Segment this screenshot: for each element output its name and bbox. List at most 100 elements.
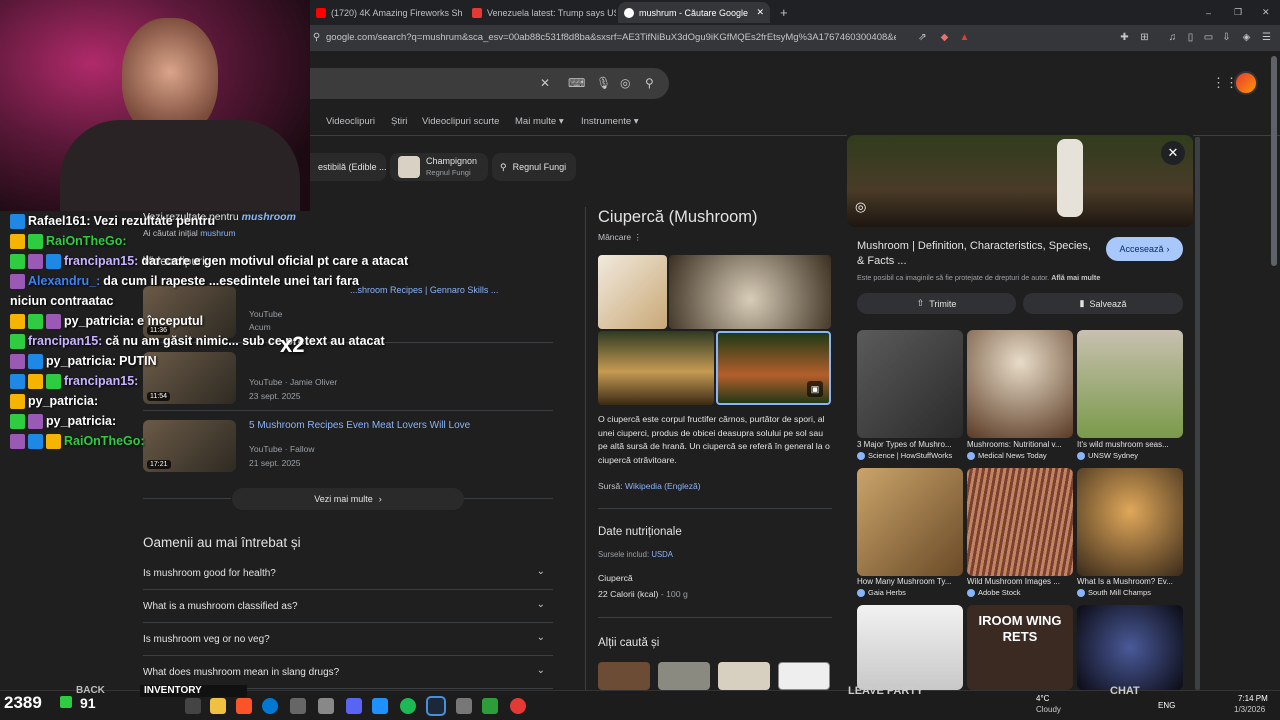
search-icon[interactable] — [185, 698, 201, 714]
share-icon[interactable]: ⇗ — [916, 31, 929, 44]
more-videos-button[interactable]: Vezi mai multe › — [232, 488, 464, 510]
tab-news[interactable]: Știri — [391, 116, 407, 127]
search-box[interactable]: ✕ ⌨ 🎙 ◎ ⚲ — [310, 68, 669, 99]
app-icon[interactable] — [318, 698, 334, 714]
related-image[interactable] — [857, 468, 963, 576]
clock-time[interactable]: 7:14 PM — [1238, 694, 1268, 703]
chip-edible[interactable]: estibilă (Edible ... — [310, 153, 387, 181]
minimize-button[interactable]: – — [1200, 2, 1216, 23]
spotify-icon[interactable] — [400, 698, 416, 714]
related-image[interactable] — [967, 468, 1073, 576]
visit-button[interactable]: Accesează › — [1106, 237, 1183, 261]
clock-date[interactable]: 1/3/2026 — [1234, 705, 1265, 714]
keyboard-icon[interactable]: ⌨ — [568, 76, 585, 90]
inventory-label[interactable]: INVENTORY — [140, 685, 247, 697]
lens-icon[interactable]: ◎ — [620, 76, 630, 90]
tab-youtube[interactable]: (1720) 4K Amazing Fireworks Show w... — [310, 2, 462, 23]
chat-username[interactable]: py_patricia: — [28, 394, 98, 408]
chat-username[interactable]: Alexandru_: — [28, 274, 100, 288]
chat-username[interactable]: francipan15: — [28, 334, 102, 348]
edge-icon[interactable] — [262, 698, 278, 714]
app-icon[interactable] — [372, 698, 388, 714]
chat-username[interactable]: RaiOnTheGo: — [46, 234, 127, 248]
image-caption[interactable]: What Is a Mushroom? Ev... — [1077, 577, 1183, 586]
related-image[interactable] — [1077, 605, 1183, 690]
kp-image[interactable] — [669, 255, 831, 329]
wallet-icon[interactable]: ▭ — [1202, 31, 1215, 44]
tab-tools[interactable]: Instrumente ▾ — [581, 116, 639, 127]
translate-icon[interactable]: ⊞ — [1138, 31, 1151, 44]
sidebar-icon[interactable]: ▯ — [1184, 31, 1197, 44]
related-thumb[interactable] — [778, 662, 830, 690]
panel-scrollbar[interactable] — [1195, 137, 1200, 690]
chat-username[interactable]: py_patricia: — [64, 314, 134, 328]
preview-image[interactable]: ◎ — [847, 135, 1193, 227]
weather-temp[interactable]: 4°C — [1036, 694, 1049, 703]
avatar[interactable] — [1234, 71, 1258, 95]
close-tab-icon[interactable]: ✕ — [756, 7, 764, 18]
preview-title[interactable]: Mushroom | Definition, Characteristics, … — [857, 239, 1097, 268]
related-thumb[interactable] — [598, 662, 650, 690]
url-field[interactable]: google.com/search?q=mushrum&sca_esv=00ab… — [326, 32, 896, 43]
related-image[interactable] — [1077, 468, 1183, 576]
close-window-button[interactable]: ✕ — [1256, 2, 1272, 23]
image-caption[interactable]: It's wild mushroom seas... — [1077, 440, 1183, 449]
site-info-icon[interactable]: ⚲ — [310, 31, 323, 44]
paa-item[interactable]: What is a mushroom classified as? ⌄ — [143, 590, 553, 623]
music-icon[interactable]: ♫ — [1166, 31, 1179, 44]
image-caption[interactable]: How Many Mushroom Ty... — [857, 577, 963, 586]
chat-username[interactable]: francipan15: — [64, 374, 138, 388]
related-image[interactable]: IROOM WING RETS — [967, 605, 1073, 690]
related-image[interactable] — [857, 330, 963, 438]
close-icon[interactable]: ✕ — [1161, 141, 1185, 165]
chat-username[interactable]: py_patricia: — [46, 354, 116, 368]
tab-news[interactable]: Venezuela latest: Trump says US will... — [466, 2, 616, 23]
paa-item[interactable]: Is mushroom good for health? ⌄ — [143, 557, 553, 590]
brave-icon[interactable] — [236, 698, 252, 714]
save-button[interactable]: ▮ Salvează — [1023, 293, 1183, 314]
chip-champignon[interactable]: Champignon Regnul Fungi — [390, 153, 488, 181]
maximize-button[interactable]: ❐ — [1228, 2, 1244, 23]
paa-item[interactable]: Is mushroom veg or no veg? ⌄ — [143, 623, 553, 656]
chat-username[interactable]: RaiOnTheGo: — [64, 434, 145, 448]
opera-icon[interactable] — [510, 698, 526, 714]
chat-username[interactable]: francipan15: — [64, 254, 138, 268]
extensions-icon[interactable]: ✚ — [1118, 31, 1131, 44]
clear-icon[interactable]: ✕ — [540, 76, 550, 90]
menu-icon[interactable]: ☰ — [1260, 31, 1273, 44]
tab-google[interactable]: mushrum - Căutare Google ✕ — [618, 2, 770, 23]
chat-label[interactable]: CHAT — [1110, 685, 1140, 697]
steam-icon[interactable] — [426, 696, 446, 716]
lens-icon[interactable]: ◎ — [855, 199, 866, 215]
tab-short-videos[interactable]: Videoclipuri scurte — [422, 116, 499, 127]
kp-image[interactable] — [598, 331, 714, 405]
language-indicator[interactable]: ENG — [1158, 701, 1175, 710]
folder-icon[interactable] — [210, 698, 226, 714]
page-scrollbar[interactable] — [1271, 56, 1277, 266]
vpn-icon[interactable]: ◈ — [1240, 31, 1253, 44]
tab-videos[interactable]: Videoclipuri — [326, 116, 375, 127]
search-icon[interactable]: ⚲ — [645, 76, 654, 90]
related-thumb[interactable] — [718, 662, 770, 690]
extension-shield-icon[interactable]: ◆ — [938, 31, 951, 44]
image-caption[interactable]: 3 Major Types of Mushro... — [857, 440, 963, 449]
download-icon[interactable]: ⇩ — [1220, 31, 1233, 44]
app-icon[interactable] — [482, 698, 498, 714]
image-caption[interactable]: Wild Mushroom Images ... — [967, 577, 1073, 586]
app-icon[interactable] — [456, 698, 472, 714]
image-caption[interactable]: Mushrooms: Nutritional v... — [967, 440, 1073, 449]
leave-party-label[interactable]: LEAVE PARTY — [848, 685, 923, 697]
discord-icon[interactable] — [346, 698, 362, 714]
mic-icon[interactable]: 🎙 — [596, 76, 611, 90]
related-image[interactable] — [1077, 330, 1183, 438]
chat-username[interactable]: py_patricia: — [46, 414, 116, 428]
back-label[interactable]: BACK — [76, 685, 105, 696]
chip-fungi[interactable]: ⚲ Regnul Fungi — [492, 153, 576, 181]
new-tab-button[interactable]: + — [774, 2, 794, 23]
chat-username[interactable]: Rafael161: — [28, 214, 91, 228]
kp-image[interactable] — [598, 255, 667, 329]
weather-desc[interactable]: Cloudy — [1036, 705, 1061, 714]
related-image[interactable] — [967, 330, 1073, 438]
related-image[interactable] — [857, 605, 963, 690]
tab-more[interactable]: Mai multe ▾ — [515, 116, 564, 127]
